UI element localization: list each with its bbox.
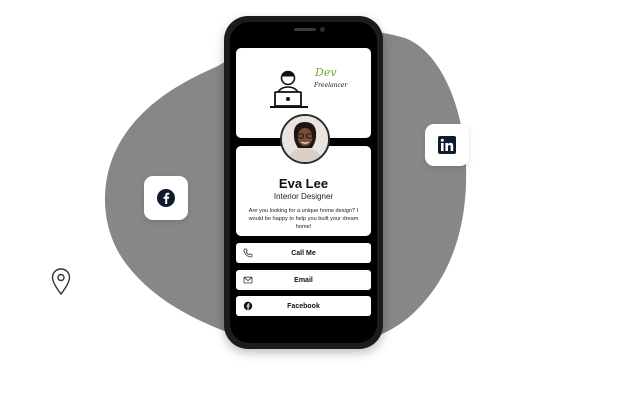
email-label: Email — [294, 276, 313, 284]
profile-bio: Are you looking for a unique home design… — [248, 208, 359, 230]
profile-title: Interior Designer — [273, 192, 334, 201]
phone-camera — [320, 27, 325, 32]
phone-icon — [243, 248, 253, 258]
phone-mockup: Dev Freelancer Eva Lee Interior Designer — [224, 16, 383, 349]
facebook-icon — [157, 189, 175, 207]
email-button[interactable]: Email — [236, 270, 371, 290]
linkedin-tile[interactable] — [425, 124, 469, 166]
facebook-icon — [243, 301, 253, 311]
developer-at-laptop-icon — [270, 70, 308, 108]
phone-speaker — [294, 28, 316, 31]
facebook-button[interactable]: Facebook — [236, 296, 371, 316]
logo-script-bottom: Freelancer — [314, 82, 348, 89]
brand-logo: Dev Freelancer — [268, 66, 347, 116]
facebook-label: Facebook — [287, 302, 320, 310]
call-me-label: Call Me — [291, 249, 316, 257]
logo-script-top: Dev — [315, 66, 337, 79]
mail-icon — [243, 276, 253, 284]
linkedin-icon — [438, 136, 456, 154]
phone-screen: Dev Freelancer Eva Lee Interior Designer — [230, 22, 377, 343]
avatar — [280, 114, 330, 164]
hero-illustration: Dev Freelancer Eva Lee Interior Designer — [0, 0, 623, 401]
call-me-button[interactable]: Call Me — [236, 243, 371, 263]
profile-photo — [282, 116, 328, 162]
location-pin-icon — [51, 268, 71, 296]
profile-name: Eva Lee — [278, 176, 329, 191]
facebook-tile[interactable] — [144, 176, 188, 220]
